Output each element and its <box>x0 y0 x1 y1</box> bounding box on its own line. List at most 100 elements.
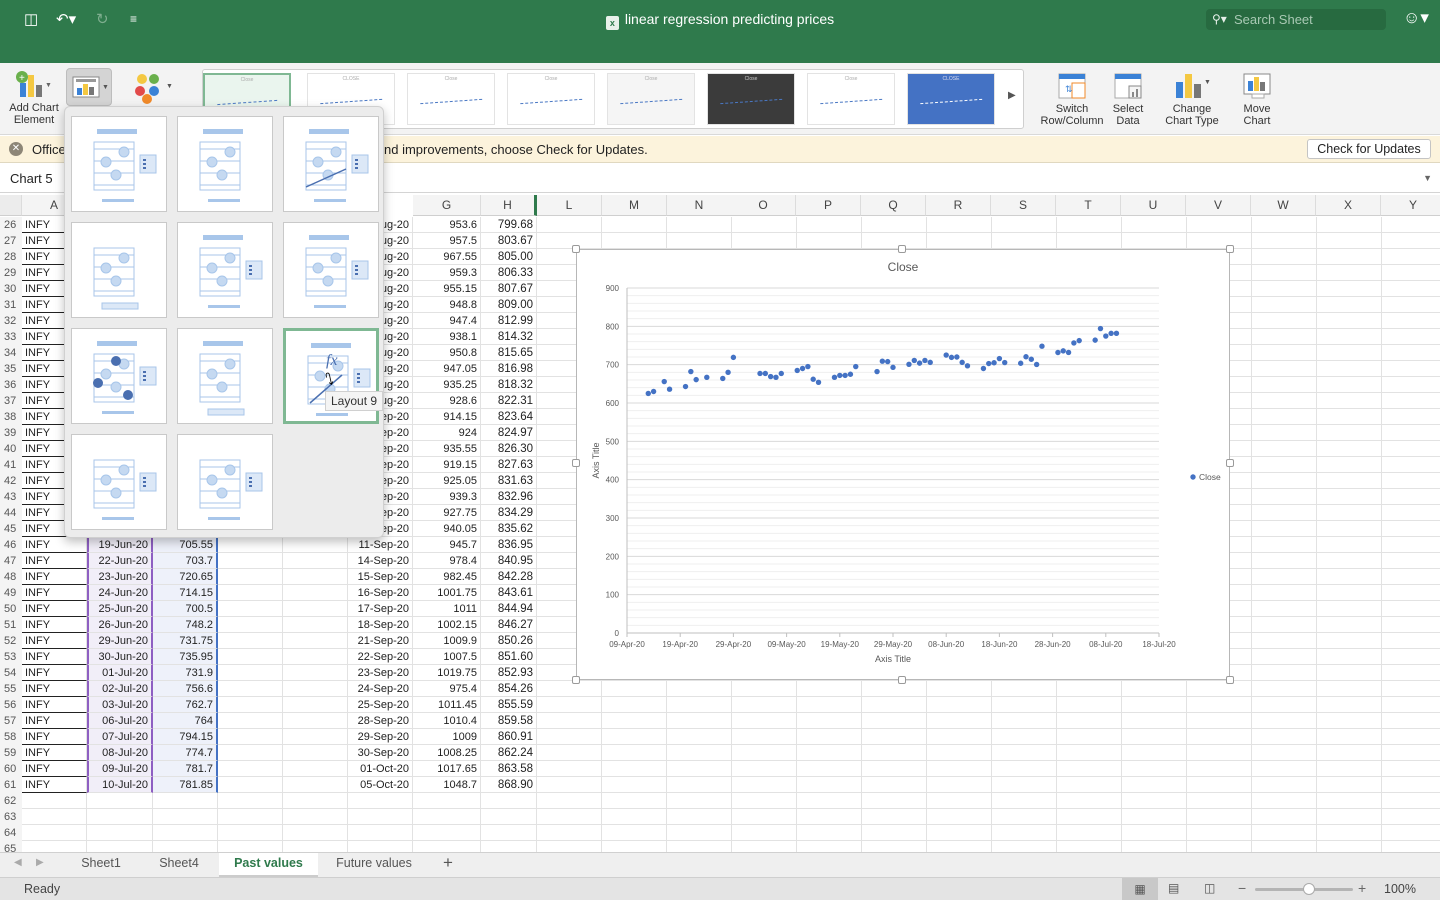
row-header[interactable]: 48 <box>0 569 22 585</box>
empty-cell[interactable] <box>537 809 602 825</box>
cell-d[interactable] <box>218 697 283 713</box>
empty-cell[interactable] <box>1382 553 1440 569</box>
empty-cell[interactable] <box>1252 793 1317 809</box>
empty-cell[interactable] <box>667 745 732 761</box>
cell-b[interactable] <box>87 825 153 841</box>
cell-f[interactable]: 28-Sep-20 <box>348 713 413 729</box>
resize-handle-ne[interactable] <box>1226 245 1234 253</box>
cell-f[interactable]: 14-Sep-20 <box>348 553 413 569</box>
cell-b[interactable]: 22-Jun-20 <box>87 553 153 569</box>
empty-cell[interactable] <box>537 697 602 713</box>
empty-cell[interactable] <box>1382 729 1440 745</box>
cell-e[interactable] <box>283 665 348 681</box>
column-header-s[interactable]: S <box>991 195 1056 216</box>
quick-layout-4[interactable] <box>71 222 167 318</box>
add-chart-element-button[interactable]: + ▼ Add Chart Element <box>6 69 62 126</box>
empty-cell[interactable] <box>1382 217 1440 233</box>
empty-cell[interactable] <box>1382 505 1440 521</box>
cell-c[interactable]: 705.55 <box>153 537 218 553</box>
empty-cell[interactable] <box>1252 297 1317 313</box>
empty-cell[interactable] <box>1057 825 1122 841</box>
cell-c[interactable]: 703.7 <box>153 553 218 569</box>
cell-a[interactable]: INFY <box>22 649 87 665</box>
row-header[interactable]: 26 <box>0 217 22 233</box>
empty-cell[interactable] <box>797 745 862 761</box>
empty-cell[interactable] <box>1317 377 1382 393</box>
empty-cell[interactable] <box>992 825 1057 841</box>
cell-e[interactable] <box>283 681 348 697</box>
empty-cell[interactable] <box>1317 697 1382 713</box>
empty-cell[interactable] <box>1382 745 1440 761</box>
empty-cell[interactable] <box>1252 361 1317 377</box>
cell-g[interactable]: 1002.15 <box>413 617 481 633</box>
chart-style-4[interactable]: Close <box>507 73 595 125</box>
row-header[interactable]: 35 <box>0 361 22 377</box>
empty-cell[interactable] <box>1252 617 1317 633</box>
cell-g[interactable]: 1048.7 <box>413 777 481 793</box>
cell-a[interactable] <box>22 841 87 852</box>
cell-h[interactable]: 862.24 <box>481 745 537 761</box>
quick-layout-5[interactable] <box>177 222 273 318</box>
row-header[interactable]: 46 <box>0 537 22 553</box>
cell-b[interactable]: 07-Jul-20 <box>87 729 153 745</box>
cell-g[interactable]: 957.5 <box>413 233 481 249</box>
empty-cell[interactable] <box>602 697 667 713</box>
row-header[interactable]: 65 <box>0 841 22 852</box>
quick-layout-7[interactable] <box>71 328 167 424</box>
empty-cell[interactable] <box>1317 793 1382 809</box>
normal-view-icon[interactable]: ▦ <box>1122 878 1158 900</box>
cell-c[interactable]: 735.95 <box>153 649 218 665</box>
row-header[interactable]: 63 <box>0 809 22 825</box>
empty-cell[interactable] <box>537 233 602 249</box>
cell-h[interactable]: 806.33 <box>481 265 537 281</box>
empty-cell[interactable] <box>992 793 1057 809</box>
cell-f[interactable] <box>348 825 413 841</box>
empty-cell[interactable] <box>992 713 1057 729</box>
empty-cell[interactable] <box>1382 601 1440 617</box>
empty-cell[interactable] <box>797 233 862 249</box>
empty-cell[interactable] <box>927 697 992 713</box>
empty-cell[interactable] <box>1382 713 1440 729</box>
row-header[interactable]: 51 <box>0 617 22 633</box>
add-sheet-button[interactable]: + <box>434 853 462 877</box>
cell-c[interactable] <box>153 809 218 825</box>
empty-cell[interactable] <box>1317 297 1382 313</box>
empty-cell[interactable] <box>1317 649 1382 665</box>
cell-f[interactable]: 30-Sep-20 <box>348 745 413 761</box>
empty-cell[interactable] <box>992 761 1057 777</box>
cell-b[interactable] <box>87 809 153 825</box>
cell-c[interactable] <box>153 841 218 852</box>
empty-cell[interactable] <box>1317 809 1382 825</box>
empty-cell[interactable] <box>732 777 797 793</box>
cell-c[interactable]: 794.15 <box>153 729 218 745</box>
empty-cell[interactable] <box>992 233 1057 249</box>
column-header-x[interactable]: X <box>1316 195 1381 216</box>
chart-style-7[interactable]: Close <box>807 73 895 125</box>
cell-g[interactable]: 927.75 <box>413 505 481 521</box>
empty-cell[interactable] <box>1382 313 1440 329</box>
empty-cell[interactable] <box>862 777 927 793</box>
cell-h[interactable]: 863.58 <box>481 761 537 777</box>
empty-cell[interactable] <box>602 777 667 793</box>
empty-cell[interactable] <box>537 681 602 697</box>
zoom-slider[interactable] <box>1255 883 1353 895</box>
quick-layout-3[interactable] <box>283 116 379 212</box>
cell-d[interactable] <box>218 537 283 553</box>
cell-g[interactable]: 955.15 <box>413 281 481 297</box>
cell-h[interactable]: 868.90 <box>481 777 537 793</box>
row-header[interactable]: 39 <box>0 425 22 441</box>
empty-cell[interactable] <box>1382 393 1440 409</box>
empty-cell[interactable] <box>1382 249 1440 265</box>
empty-cell[interactable] <box>537 745 602 761</box>
empty-cell[interactable] <box>732 233 797 249</box>
sheet-tab-sheet4[interactable]: Sheet4 <box>140 853 218 877</box>
empty-cell[interactable] <box>1252 441 1317 457</box>
cell-g[interactable]: 953.6 <box>413 217 481 233</box>
empty-cell[interactable] <box>862 825 927 841</box>
empty-cell[interactable] <box>667 809 732 825</box>
resize-handle-s[interactable] <box>898 676 906 684</box>
empty-cell[interactable] <box>1317 361 1382 377</box>
empty-cell[interactable] <box>732 793 797 809</box>
empty-cell[interactable] <box>1252 633 1317 649</box>
cell-g[interactable]: 914.15 <box>413 409 481 425</box>
